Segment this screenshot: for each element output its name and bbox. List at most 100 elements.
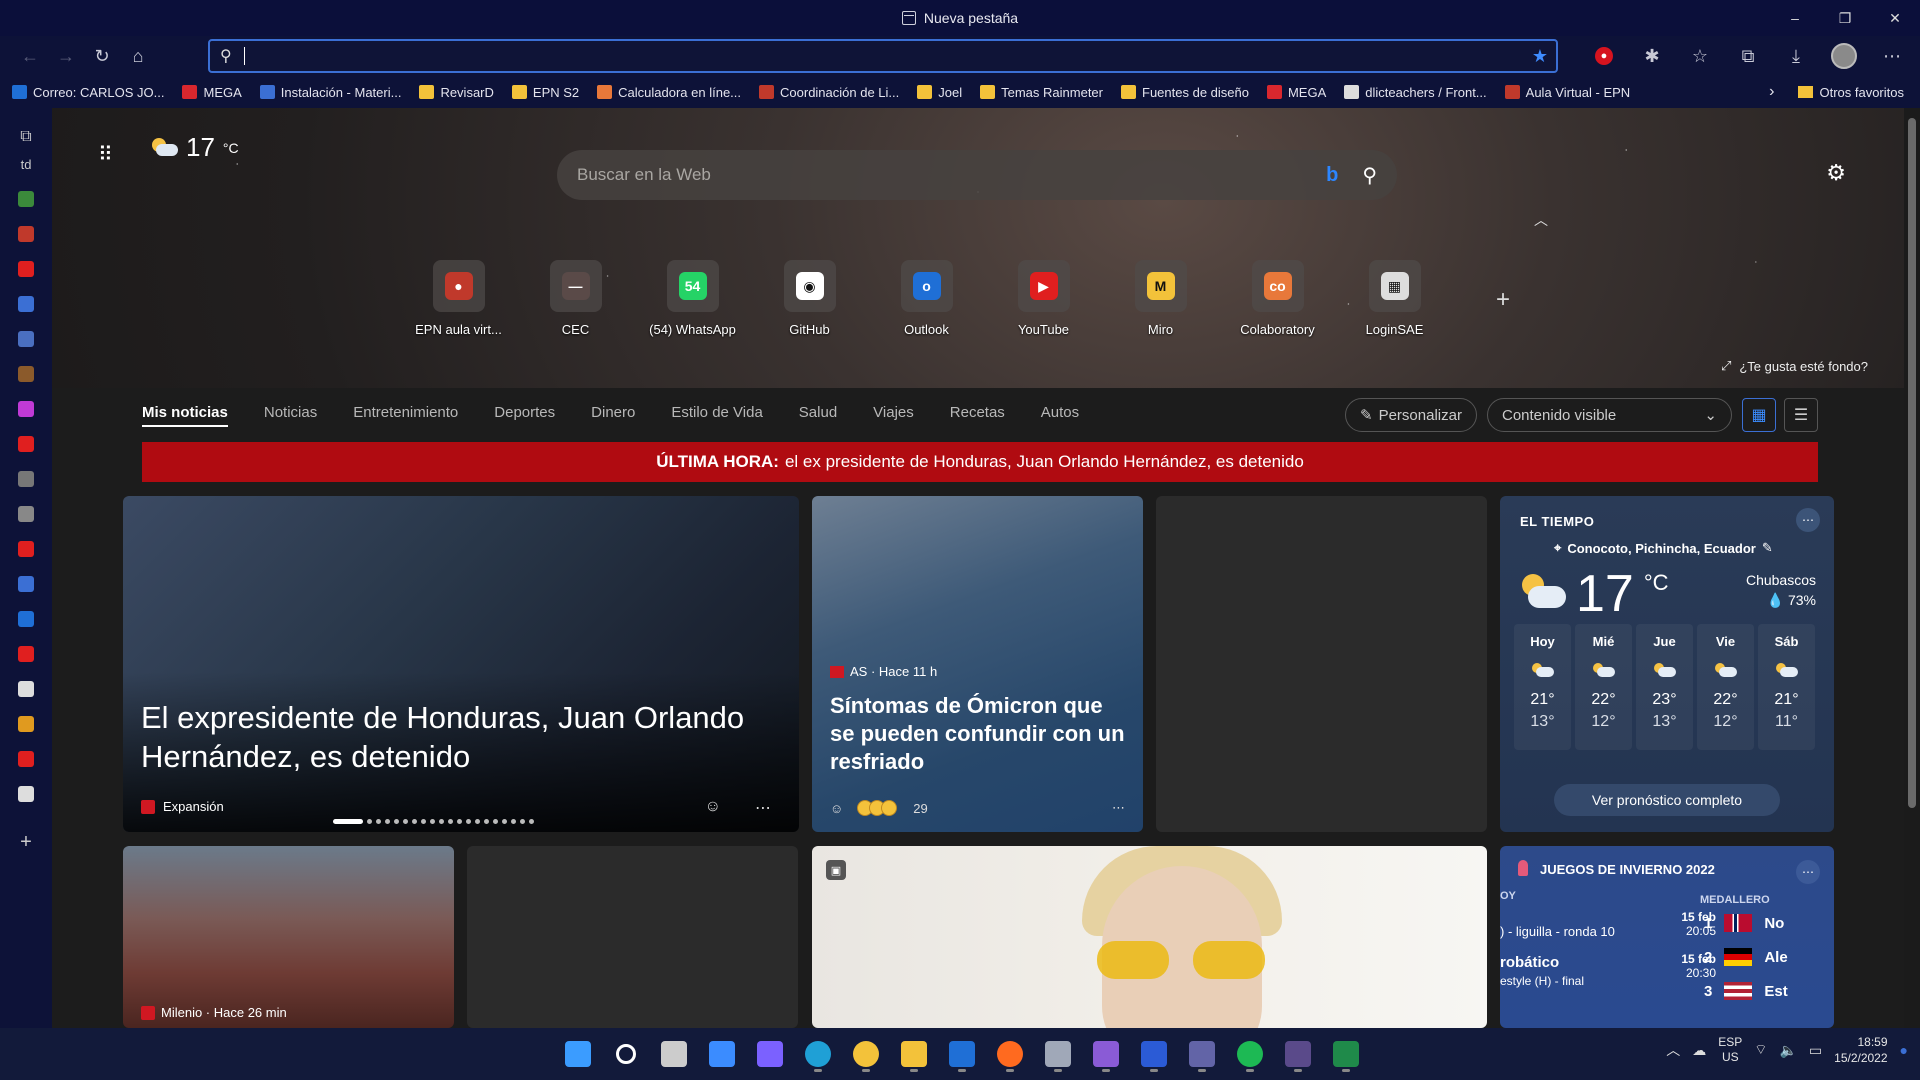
- personalize-button[interactable]: ✎ Personalizar: [1345, 398, 1477, 432]
- favorites-icon[interactable]: ☆: [1682, 40, 1718, 72]
- sidebar-tab-favicon-icon[interactable]: [18, 366, 34, 382]
- search-app-icon[interactable]: [608, 1036, 644, 1072]
- sidebar-tab-favicon-icon[interactable]: [18, 541, 34, 557]
- ublock-extension-icon[interactable]: ●: [1586, 40, 1622, 72]
- quick-link[interactable]: ◉ GitHub: [751, 260, 868, 337]
- breaking-news-banner[interactable]: ÚLTIMA HORA: el ex presidente de Hondura…: [142, 442, 1818, 482]
- quick-link-tile[interactable]: co: [1251, 260, 1304, 312]
- winter-games-card[interactable]: JUEGOS DE INVIERNO 2022 ⋯ OY MEDALLERO 1…: [1500, 846, 1834, 1028]
- content-visible-dropdown[interactable]: Contenido visible ⌄: [1487, 398, 1732, 432]
- home-button[interactable]: ⌂: [120, 40, 156, 72]
- chevron-up-icon[interactable]: ︿: [1534, 210, 1548, 230]
- more-options-icon[interactable]: ⋯: [1112, 800, 1125, 816]
- quick-link-tile[interactable]: o: [900, 260, 953, 312]
- search-icon[interactable]: ⚲: [1362, 163, 1377, 188]
- terminal-app-icon[interactable]: [1280, 1036, 1316, 1072]
- like-background-link[interactable]: ⤢ ¿Te gusta esté fondo?: [1721, 358, 1868, 374]
- sidebar-tab-favicon-icon[interactable]: [18, 786, 34, 802]
- forecast-day[interactable]: Hoy 21° 13°: [1514, 624, 1571, 750]
- hero-headline[interactable]: El expresidente de Honduras, Juan Orland…: [141, 698, 771, 776]
- back-button[interactable]: ←: [12, 40, 48, 72]
- more-options-icon[interactable]: ⋯: [1796, 508, 1820, 532]
- forward-button[interactable]: →: [48, 40, 84, 72]
- quick-link[interactable]: co Colaboratory: [1219, 260, 1336, 337]
- chevron-up-icon[interactable]: ︿: [1666, 1040, 1680, 1060]
- carousel-dot[interactable]: [439, 819, 444, 824]
- sidebar-tab-favicon-icon[interactable]: [18, 576, 34, 592]
- favorite-item[interactable]: Calculadora en líne...: [597, 85, 741, 100]
- favorite-item[interactable]: Fuentes de diseño: [1121, 85, 1249, 100]
- forecast-day[interactable]: Mié 22° 12°: [1575, 624, 1632, 750]
- news-tab[interactable]: Estilo de Vida: [671, 404, 762, 427]
- medal-row[interactable]: 3 Est: [1704, 982, 1788, 1000]
- favorite-item[interactable]: Aula Virtual - EPN: [1504, 85, 1630, 100]
- carousel-dot[interactable]: [430, 819, 435, 824]
- apps-grid-icon[interactable]: ⠿: [98, 142, 113, 167]
- firefox-app-icon[interactable]: [992, 1036, 1028, 1072]
- more-options-icon[interactable]: ⋯: [755, 798, 771, 818]
- start-app-icon[interactable]: [560, 1036, 596, 1072]
- close-button[interactable]: ✕: [1870, 0, 1920, 36]
- favorite-item[interactable]: Coordinación de Li...: [759, 85, 899, 100]
- spotify-app-icon[interactable]: [1232, 1036, 1268, 1072]
- task-view-app-icon[interactable]: [656, 1036, 692, 1072]
- sidebar-tab-favicon-icon[interactable]: [18, 226, 34, 242]
- scrollbar-thumb[interactable]: [1908, 118, 1916, 808]
- sidebar-tab-favicon-icon[interactable]: [18, 716, 34, 732]
- news-card-milenio[interactable]: Milenio · Hace 26 min: [123, 846, 454, 1028]
- onedrive-cloud-icon[interactable]: ☁: [1692, 1042, 1706, 1059]
- maximize-button[interactable]: ❐: [1820, 0, 1870, 36]
- forecast-day[interactable]: Jue 23° 13°: [1636, 624, 1693, 750]
- quick-link[interactable]: ▦ LoginSAE: [1336, 260, 1453, 337]
- quick-link-tile[interactable]: ▶: [1017, 260, 1070, 312]
- carousel-dot[interactable]: [385, 819, 390, 824]
- news-tab[interactable]: Viajes: [873, 404, 914, 427]
- carousel-dot[interactable]: [502, 819, 507, 824]
- visual-studio-app-icon[interactable]: [1088, 1036, 1124, 1072]
- chevron-right-icon[interactable]: ›: [1769, 83, 1774, 101]
- clock[interactable]: 18:59 15/2/2022: [1834, 1034, 1887, 1066]
- quick-link-tile[interactable]: ▦: [1368, 260, 1421, 312]
- other-favorites-folder[interactable]: › Otros favoritos: [1769, 83, 1904, 101]
- bing-icon[interactable]: b: [1326, 164, 1338, 187]
- news-card-photo[interactable]: ▣: [812, 846, 1487, 1028]
- chat-app-icon[interactable]: [752, 1036, 788, 1072]
- mail-app-icon[interactable]: [944, 1036, 980, 1072]
- quick-link-tile[interactable]: —: [549, 260, 602, 312]
- carousel-dot[interactable]: [493, 819, 498, 824]
- sidebar-tab-favicon-icon[interactable]: [18, 436, 34, 452]
- favorite-item[interactable]: Joel: [917, 85, 962, 100]
- medal-row[interactable]: 2 Ale: [1704, 948, 1788, 966]
- news-tab[interactable]: Recetas: [950, 404, 1005, 427]
- edge-app-icon[interactable]: [800, 1036, 836, 1072]
- sidebar-tab-favicon-icon[interactable]: [18, 191, 34, 207]
- minimize-button[interactable]: –: [1770, 0, 1820, 36]
- carousel-dot[interactable]: [466, 819, 471, 824]
- favorite-item[interactable]: Correo: CARLOS JO...: [12, 85, 164, 100]
- hero-news-card[interactable]: El expresidente de Honduras, Juan Orland…: [123, 496, 799, 832]
- sidebar-tab-favicon-icon[interactable]: [18, 646, 34, 662]
- carousel-dot[interactable]: [367, 819, 372, 824]
- full-forecast-button[interactable]: Ver pronóstico completo: [1554, 784, 1780, 816]
- web-search-input[interactable]: [577, 165, 1327, 185]
- news-tab[interactable]: Noticias: [264, 404, 317, 427]
- favorite-item[interactable]: Instalación - Materi...: [259, 85, 401, 100]
- teams-app-icon[interactable]: [1184, 1036, 1220, 1072]
- sidebar-tab-favicon-icon[interactable]: [18, 681, 34, 697]
- favorite-item[interactable]: dlicteachers / Front...: [1344, 85, 1487, 100]
- medal-row[interactable]: 1 No: [1704, 914, 1784, 932]
- excel-app-icon[interactable]: [1328, 1036, 1364, 1072]
- explorer-app-icon[interactable]: [896, 1036, 932, 1072]
- card2-headline[interactable]: Síntomas de Ómicron que se pueden confun…: [830, 692, 1130, 776]
- carousel-dot[interactable]: [448, 819, 453, 824]
- add-reaction-icon[interactable]: ☺: [830, 801, 843, 816]
- sidebar-tab-favicon-icon[interactable]: [18, 751, 34, 767]
- widgets-app-icon[interactable]: [704, 1036, 740, 1072]
- favorite-star-icon[interactable]: ★: [1532, 46, 1548, 67]
- carousel-dot[interactable]: [529, 819, 534, 824]
- web-search-box[interactable]: b ⚲: [557, 150, 1397, 200]
- address-bar[interactable]: ⚲ ★: [208, 39, 1558, 73]
- news-tab[interactable]: Entretenimiento: [353, 404, 458, 427]
- weather-card[interactable]: EL TIEMPO ⋯ ⌖ Conocoto, Pichincha, Ecuad…: [1500, 496, 1834, 832]
- more-menu-icon[interactable]: ⋯: [1874, 40, 1910, 72]
